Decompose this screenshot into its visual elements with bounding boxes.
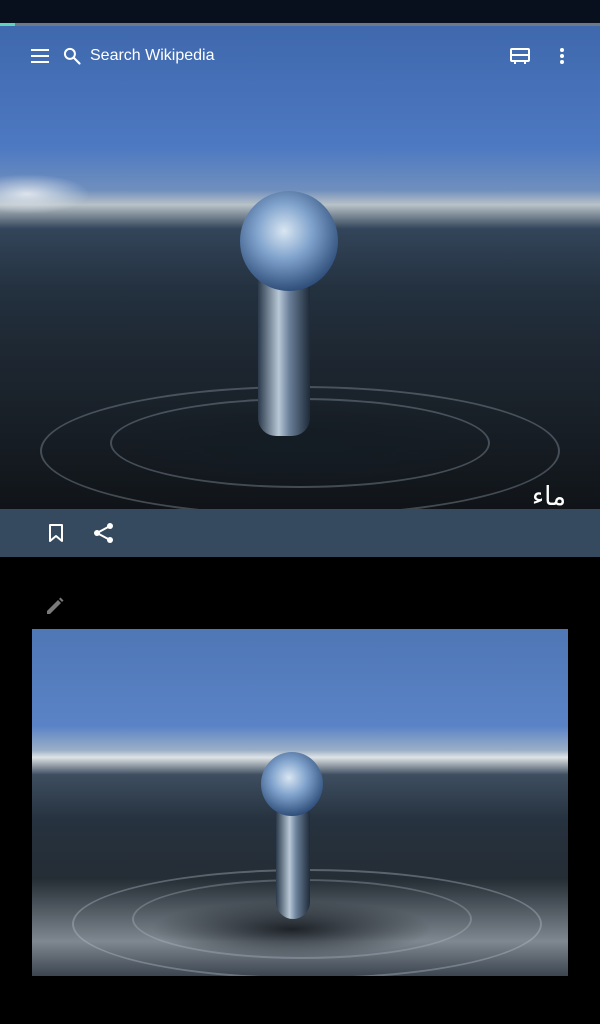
page-title: ماء xyxy=(531,482,566,509)
tabs-icon[interactable] xyxy=(506,42,534,70)
lead-image-drop-head xyxy=(240,191,338,291)
lead-image-glint xyxy=(0,174,90,214)
article-image-drop-head xyxy=(261,752,323,816)
more-vertical-icon[interactable] xyxy=(550,42,574,70)
search-icon xyxy=(63,47,81,65)
search-input[interactable]: Search Wikipedia xyxy=(62,40,302,72)
search-placeholder: Search Wikipedia xyxy=(90,47,215,64)
status-bar xyxy=(0,0,600,24)
share-icon[interactable] xyxy=(90,519,118,547)
hamburger-menu-icon[interactable] xyxy=(26,42,54,70)
article-content xyxy=(0,557,600,1024)
lead-image[interactable]: ماء xyxy=(0,26,600,509)
article-image[interactable] xyxy=(32,629,568,976)
top-toolbar: Search Wikipedia xyxy=(0,26,600,86)
article-action-bar xyxy=(0,509,600,557)
article-image-drop-stem xyxy=(276,799,310,919)
bookmark-icon[interactable] xyxy=(42,519,70,547)
pencil-edit-icon[interactable] xyxy=(40,591,70,621)
